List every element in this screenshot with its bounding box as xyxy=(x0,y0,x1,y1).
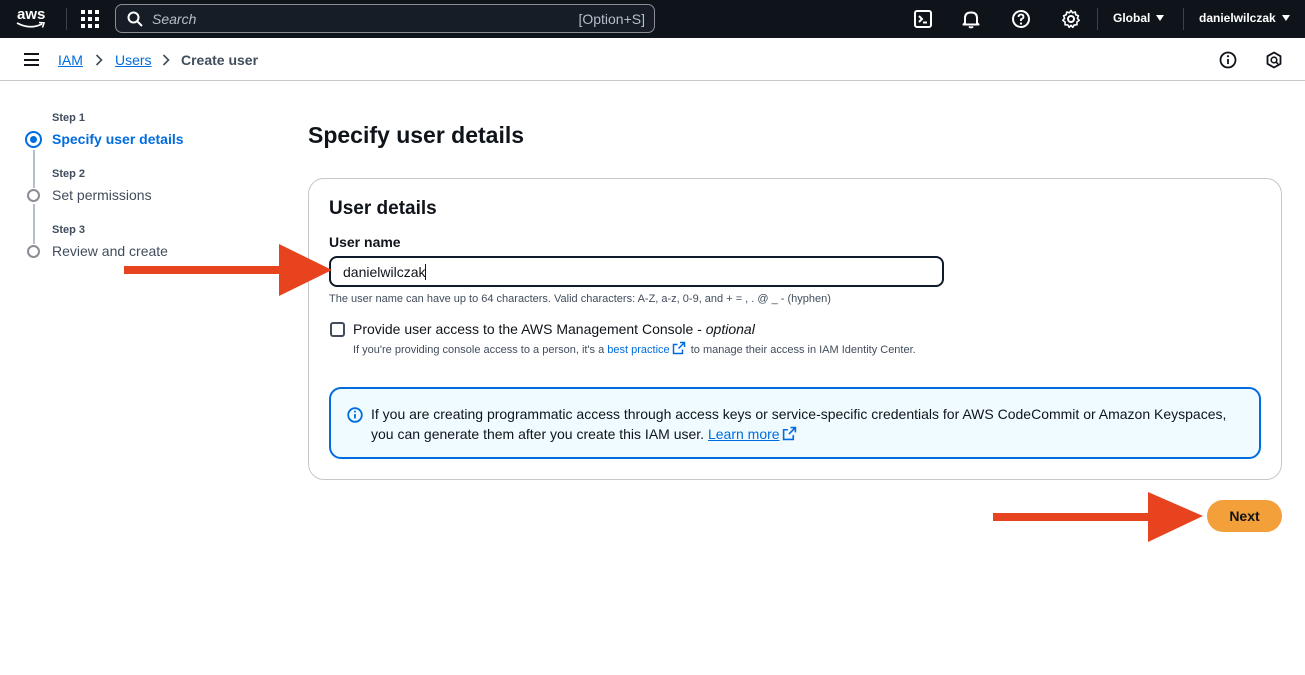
chevron-right-icon xyxy=(95,54,103,66)
user-details-title: User details xyxy=(329,198,437,219)
step-1-number: Step 1 xyxy=(52,112,86,124)
breadcrumb-users[interactable]: Users xyxy=(115,52,152,68)
next-button[interactable]: Next xyxy=(1207,500,1282,532)
user-name-input[interactable]: danielwilczak xyxy=(329,256,944,287)
console-access-label[interactable]: Provide user access to the AWS Managemen… xyxy=(353,321,755,337)
step-2-number: Step 2 xyxy=(52,168,86,180)
user-name-value: danielwilczak xyxy=(343,264,426,280)
user-name-label: User name xyxy=(329,234,401,250)
search-icon xyxy=(127,11,143,27)
info-icon[interactable] xyxy=(1219,51,1237,69)
step-connector xyxy=(33,150,35,188)
settings-gear-icon[interactable] xyxy=(1061,9,1081,29)
console-access-label-text: Provide user access to the AWS Managemen… xyxy=(353,321,706,337)
step-1-label[interactable]: Specify user details xyxy=(52,131,184,147)
services-grid-icon[interactable] xyxy=(81,10,99,28)
optional-tag: optional xyxy=(705,321,755,337)
external-link-icon xyxy=(782,426,796,441)
search-input[interactable]: Search [Option+S] xyxy=(115,4,655,33)
cloudshell-icon[interactable] xyxy=(913,9,933,29)
step-2-label: Set permissions xyxy=(52,187,152,203)
annotation-arrow-icon xyxy=(993,492,1203,542)
console-desc-text: If you're providing console access to a … xyxy=(353,344,608,356)
step-2-indicator xyxy=(27,189,40,202)
user-name-constraint: The user name can have up to 64 characte… xyxy=(329,293,831,305)
region-selector[interactable]: Global xyxy=(1113,11,1165,25)
search-shortcut: [Option+S] xyxy=(578,11,645,27)
nav-separator xyxy=(1183,8,1184,30)
info-alert-text: If you are creating programmatic access … xyxy=(371,404,1251,444)
info-icon xyxy=(347,407,363,423)
page-title: Specify user details xyxy=(308,122,525,148)
top-navigation: aws Search [Option+S] Global danielwilcz… xyxy=(0,0,1305,38)
menu-hamburger-icon[interactable] xyxy=(24,53,39,66)
caret-down-icon xyxy=(1281,15,1290,21)
nav-separator xyxy=(66,8,67,30)
info-alert-message: If you are creating programmatic access … xyxy=(371,406,1227,442)
annotation-arrow-icon xyxy=(124,244,332,296)
aws-logo[interactable]: aws xyxy=(16,6,50,32)
caret-down-icon xyxy=(1156,15,1165,21)
region-label: Global xyxy=(1113,11,1151,25)
step-3-number: Step 3 xyxy=(52,224,86,236)
best-practice-link[interactable]: best practice xyxy=(607,344,669,356)
step-1-active-indicator xyxy=(25,131,42,148)
user-details-container: User details User name danielwilczak The… xyxy=(308,178,1282,480)
search-placeholder: Search xyxy=(152,11,197,27)
external-link-icon xyxy=(672,341,685,355)
breadcrumb-current: Create user xyxy=(181,52,259,68)
chevron-right-icon xyxy=(162,54,170,66)
notifications-bell-icon[interactable] xyxy=(961,9,981,29)
info-alert: If you are creating programmatic access … xyxy=(329,387,1261,459)
account-menu[interactable]: danielwilczak xyxy=(1199,11,1290,25)
breadcrumb-iam[interactable]: IAM xyxy=(58,52,83,68)
console-access-description: If you're providing console access to a … xyxy=(353,341,953,358)
console-desc-text-after: to manage their access in IAM Identity C… xyxy=(687,344,916,356)
nav-separator xyxy=(1097,8,1098,30)
text-cursor xyxy=(425,264,427,280)
account-name: danielwilczak xyxy=(1199,11,1276,25)
console-access-checkbox[interactable] xyxy=(330,322,345,337)
learn-more-link[interactable]: Learn more xyxy=(708,426,780,442)
step-3-indicator xyxy=(27,245,40,258)
help-icon[interactable] xyxy=(1011,9,1031,29)
breadcrumb-bar: IAM Users Create user xyxy=(0,38,1305,81)
amazon-q-icon[interactable] xyxy=(1265,51,1283,69)
aws-smile-icon xyxy=(16,21,46,28)
step-connector xyxy=(33,204,35,244)
